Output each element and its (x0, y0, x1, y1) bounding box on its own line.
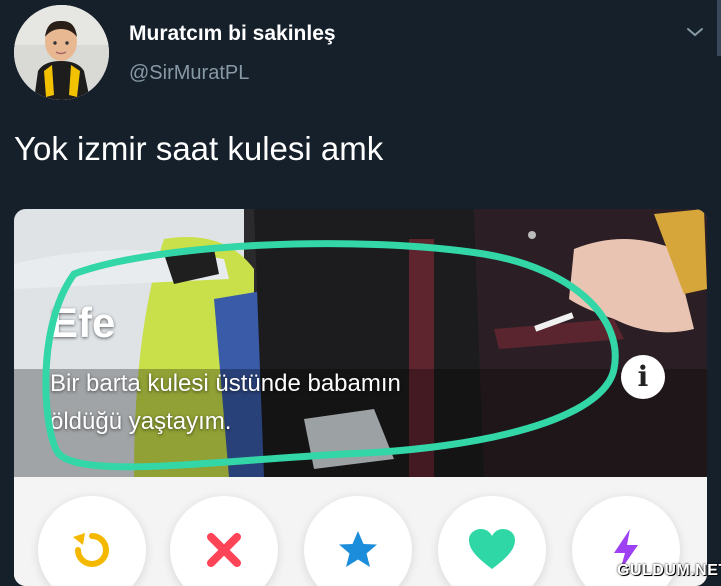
x-icon (207, 533, 241, 567)
author-display-name[interactable]: Muratcım bi sakinleş (129, 22, 336, 46)
star-icon (339, 531, 377, 567)
bio-line-2: öldüğü yaştayım. (50, 408, 232, 435)
rewind-icon (73, 533, 109, 567)
scrollbar[interactable] (717, 0, 721, 56)
tweet-text: Yok izmir saat kulesi amk (14, 130, 384, 167)
profile-name: Efe (50, 299, 116, 346)
child-avatar-icon (14, 5, 109, 100)
info-button[interactable]: i (621, 355, 665, 399)
author-handle[interactable]: @SirMuratPL (129, 62, 249, 85)
watermark: GULDUM.NET (617, 562, 721, 579)
tweet-media[interactable]: Efe Bir barta kulesi üstünde babamın öld… (14, 209, 707, 586)
heart-icon (469, 529, 515, 569)
chevron-down-icon[interactable] (682, 22, 708, 42)
bio-line-1: Bir barta kulesi üstünde babamın (50, 370, 401, 397)
author-avatar[interactable] (14, 5, 109, 100)
profile-bio: Bir barta kulesi üstünde babamın öldüğü … (50, 365, 570, 441)
